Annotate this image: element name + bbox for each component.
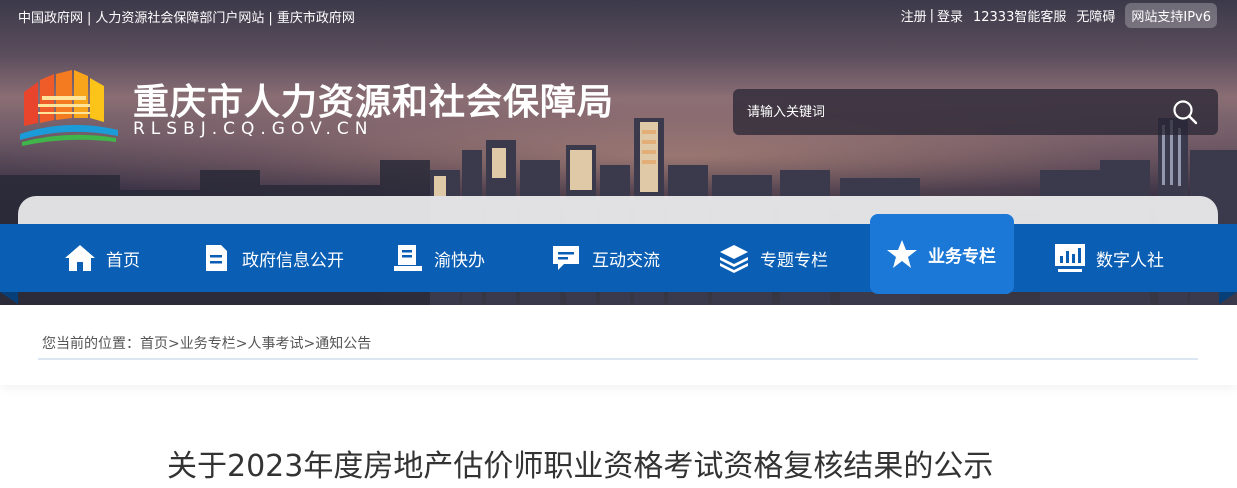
nav-item-business[interactable]: 业务专栏: [870, 214, 1014, 294]
breadcrumb-home[interactable]: 首页: [140, 336, 168, 352]
document-icon: [200, 242, 232, 274]
search-input[interactable]: [747, 101, 1147, 123]
nav-fold-right: [1219, 292, 1237, 304]
breadcrumb-separator: >: [303, 336, 316, 352]
bureau-logo[interactable]: [18, 68, 120, 148]
nav-item-special-topics[interactable]: 专题专栏: [718, 224, 828, 292]
chat-icon: [550, 242, 582, 274]
top-bar: 中国政府网 | 人力资源社会保障部门户网站 | 重庆市政府网 注册 | 登录 12333…: [0, 0, 1237, 30]
nav-label: 互动交流: [592, 250, 660, 271]
accessibility-link[interactable]: 无障碍: [1076, 6, 1115, 25]
home-icon: [64, 242, 96, 274]
nav-shade: [18, 196, 1218, 226]
user-links: 注册 | 登录 12333智能客服 无障碍 网站支持IPv6: [901, 3, 1217, 28]
service-desk-icon: [392, 242, 424, 274]
nav-label: 政府信息公开: [242, 250, 344, 271]
link-china-gov[interactable]: 中国政府网: [18, 11, 83, 26]
site-domain: RLSBJ.CQ.GOV.CN: [133, 119, 374, 139]
layers-icon: [718, 242, 750, 274]
nav-item-gov-info[interactable]: 政府信息公开: [200, 224, 344, 292]
nav-label: 业务专栏: [928, 246, 996, 267]
breadcrumb-notices[interactable]: 通知公告: [315, 336, 371, 352]
nav-label: 专题专栏: [760, 250, 828, 271]
external-links: 中国政府网 | 人力资源社会保障部门户网站 | 重庆市政府网: [18, 7, 355, 26]
breadcrumb-separator: >: [235, 336, 248, 352]
login-link[interactable]: 登录: [937, 6, 963, 25]
breadcrumb-business[interactable]: 业务专栏: [180, 336, 236, 352]
register-link[interactable]: 注册: [901, 6, 927, 25]
breadcrumb-divider: [38, 358, 1198, 360]
breadcrumb-personnel-exam[interactable]: 人事考试: [247, 336, 303, 352]
nav-item-interaction[interactable]: 互动交流: [550, 224, 660, 292]
search-icon[interactable]: [1172, 99, 1198, 125]
search-box: [733, 89, 1218, 135]
nav-label: 数字人社: [1096, 250, 1164, 271]
nav-item-yukuaiban[interactable]: 渝快办: [392, 224, 485, 292]
divider: |: [87, 11, 92, 26]
ipv6-badge: 网站支持IPv6: [1125, 3, 1217, 28]
divider: |: [268, 11, 273, 26]
article-title: 关于2023年度房地产估价师职业资格考试资格复核结果的公示: [167, 449, 994, 484]
site-title: 重庆市人力资源和社会保障局: [133, 82, 615, 123]
star-icon: [886, 238, 918, 270]
divider: |: [929, 8, 934, 23]
smart-service-link[interactable]: 12333智能客服: [973, 6, 1066, 25]
nav-item-digital-hrss[interactable]: 数字人社: [1054, 224, 1164, 292]
breadcrumb-separator: >: [168, 336, 180, 352]
link-cq-gov[interactable]: 重庆市政府网: [277, 11, 355, 26]
nav-item-home[interactable]: 首页: [64, 224, 140, 292]
monitor-chart-icon: [1054, 242, 1086, 274]
link-mohrss[interactable]: 人力资源社会保障部门户网站: [95, 11, 264, 26]
breadcrumb-prefix: 您当前的位置：: [42, 336, 140, 352]
nav-fold-left: [0, 292, 18, 304]
nav-label: 首页: [106, 250, 140, 271]
nav-label: 渝快办: [434, 250, 485, 271]
breadcrumb: 您当前的位置：首页>业务专栏>人事考试>通知公告: [42, 333, 371, 353]
